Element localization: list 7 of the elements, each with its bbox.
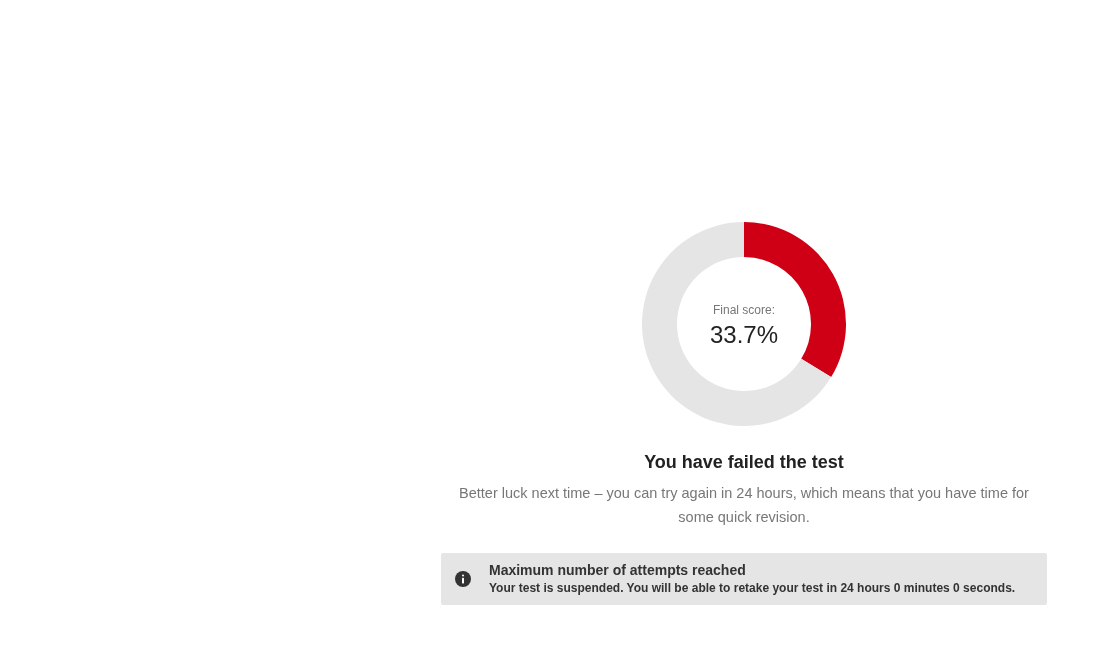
notice-message: Your test is suspended. You will be able to retake your test in 24 hours 0 minutes 0 seconds.: [489, 580, 1016, 597]
notice-title: Maximum number of attempts reached: [489, 561, 747, 579]
score-label: Final score:: [713, 302, 775, 318]
result-title: You have failed the test: [644, 451, 844, 474]
score-value: 33.7%: [709, 320, 779, 350]
info-icon: [455, 571, 471, 587]
result-message: Better luck next time – you can try again in 24 hours, which means that you have time for some quick revision.: [458, 484, 1030, 527]
